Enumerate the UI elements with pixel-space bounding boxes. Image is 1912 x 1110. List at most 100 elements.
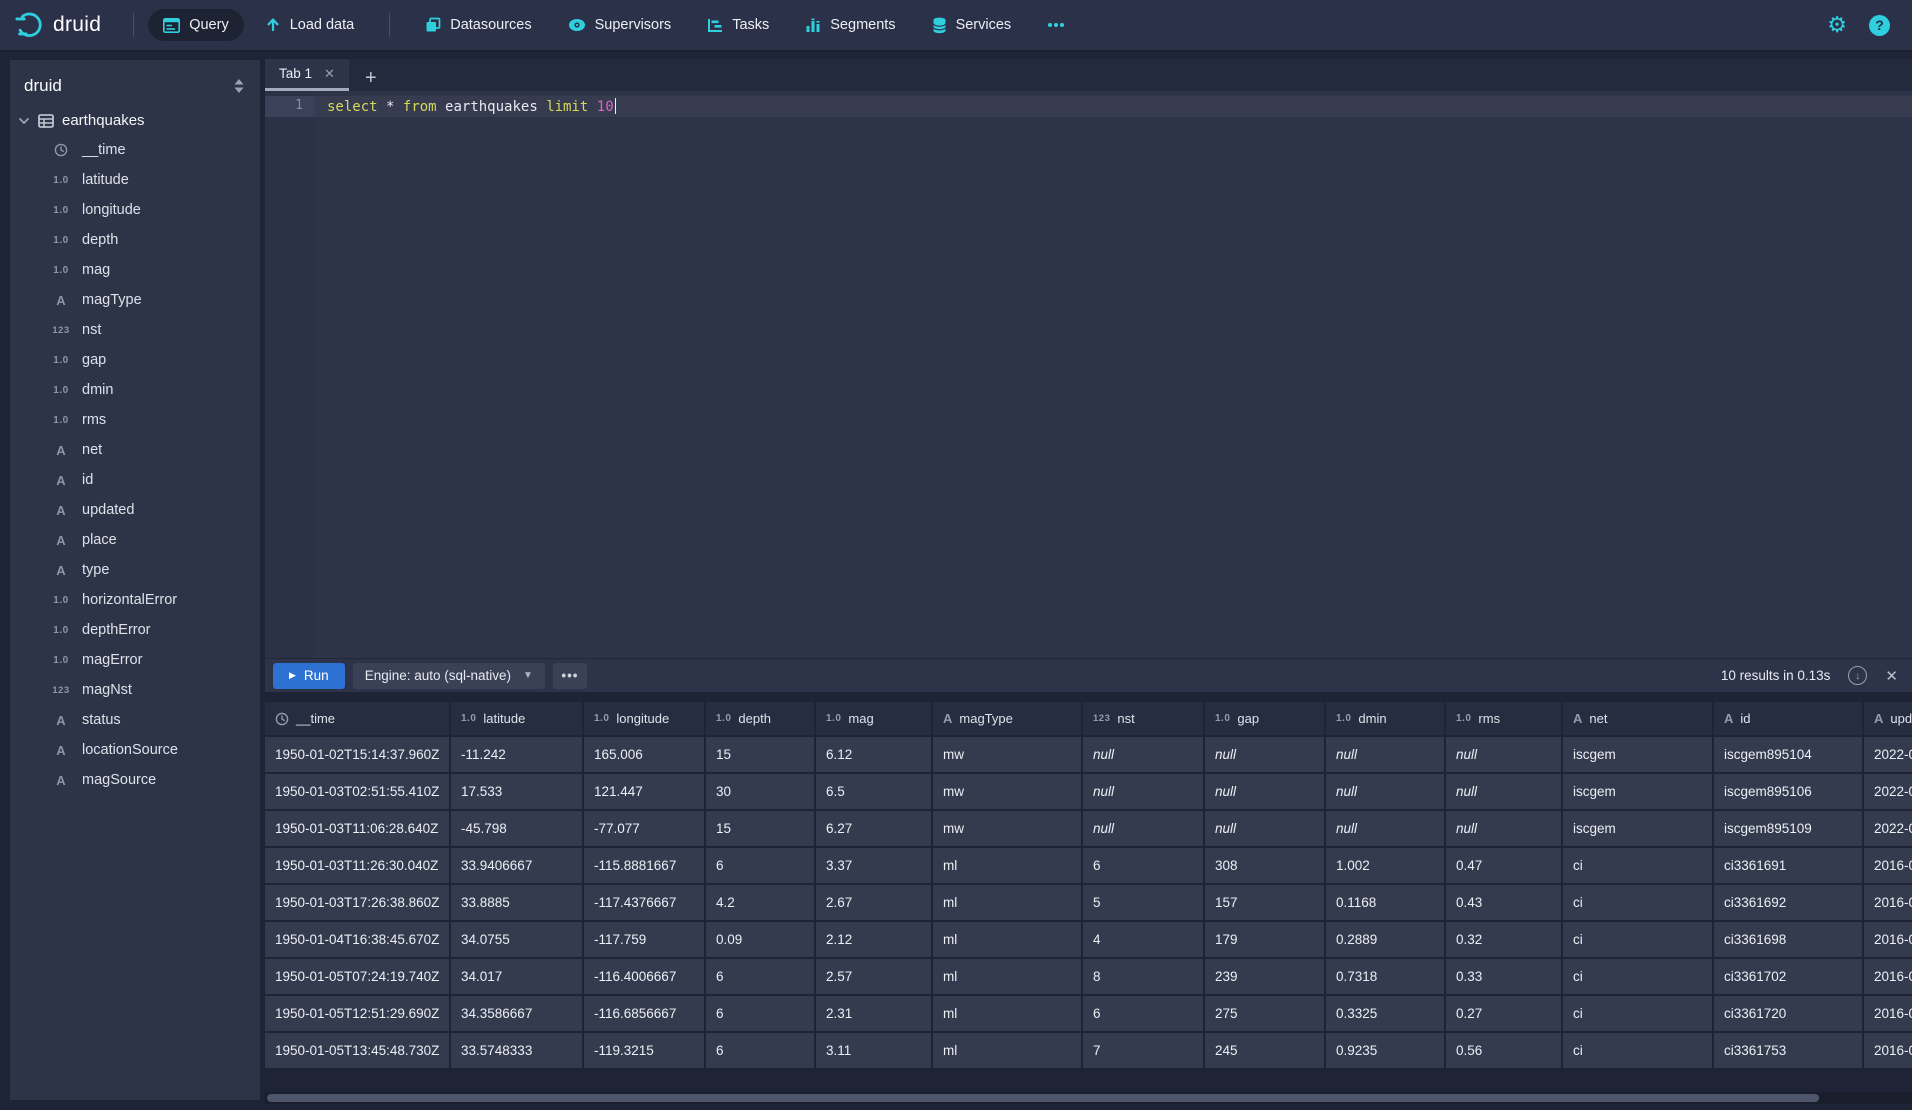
- table-cell[interactable]: 2016-0: [1864, 1033, 1912, 1070]
- close-results-icon[interactable]: ✕: [1885, 667, 1898, 685]
- table-cell[interactable]: null: [1326, 737, 1446, 774]
- table-cell[interactable]: -77.077: [584, 811, 706, 848]
- nav-item-services[interactable]: Services: [917, 9, 1027, 41]
- table-cell[interactable]: 5: [1083, 885, 1205, 922]
- horizontal-scrollbar-thumb[interactable]: [267, 1094, 1819, 1102]
- table-cell[interactable]: 0.43: [1446, 885, 1563, 922]
- table-cell[interactable]: ci3361753: [1714, 1033, 1864, 1070]
- table-cell[interactable]: 2016-0: [1864, 885, 1912, 922]
- table-cell[interactable]: 3.37: [816, 848, 933, 885]
- druid-logo[interactable]: druid: [0, 10, 119, 40]
- table-cell[interactable]: -116.6856667: [584, 996, 706, 1033]
- table-cell[interactable]: null: [1326, 774, 1446, 811]
- nav-item-supervisors[interactable]: Supervisors: [553, 9, 687, 41]
- table-cell[interactable]: ci: [1563, 996, 1714, 1033]
- sidebar-column-rms[interactable]: 1.0rms: [10, 405, 260, 435]
- nav-item-segments[interactable]: Segments: [790, 9, 910, 41]
- table-cell[interactable]: ml: [933, 996, 1083, 1033]
- sidebar-column-nst[interactable]: 123nst: [10, 315, 260, 345]
- column-header-longitude[interactable]: 1.0longitude: [584, 702, 706, 737]
- table-cell[interactable]: ci: [1563, 959, 1714, 996]
- sidebar-column-dmin[interactable]: 1.0dmin: [10, 375, 260, 405]
- table-cell[interactable]: 2.12: [816, 922, 933, 959]
- table-cell[interactable]: null: [1446, 737, 1563, 774]
- sidebar-column-net[interactable]: Anet: [10, 435, 260, 465]
- sidebar-column-latitude[interactable]: 1.0latitude: [10, 165, 260, 195]
- sidebar-column-locationSource[interactable]: AlocationSource: [10, 735, 260, 765]
- table-cell[interactable]: 1950-01-05T13:45:48.730Z: [265, 1033, 451, 1070]
- table-cell[interactable]: 2016-0: [1864, 922, 1912, 959]
- column-header-depth[interactable]: 1.0depth: [706, 702, 816, 737]
- table-cell[interactable]: 275: [1205, 996, 1326, 1033]
- table-cell[interactable]: 2022-0: [1864, 737, 1912, 774]
- table-cell[interactable]: ml: [933, 1033, 1083, 1070]
- table-cell[interactable]: 1950-01-05T07:24:19.740Z: [265, 959, 451, 996]
- table-cell[interactable]: 33.9406667: [451, 848, 584, 885]
- settings-gear-icon[interactable]: ⚙: [1827, 14, 1847, 36]
- table-cell[interactable]: ci3361692: [1714, 885, 1864, 922]
- table-cell[interactable]: ml: [933, 959, 1083, 996]
- table-cell[interactable]: 6: [1083, 848, 1205, 885]
- sidebar-column-depth[interactable]: 1.0depth: [10, 225, 260, 255]
- table-cell[interactable]: 121.447: [584, 774, 706, 811]
- table-cell[interactable]: null: [1083, 811, 1205, 848]
- column-header-gap[interactable]: 1.0gap: [1205, 702, 1326, 737]
- sidebar-column-depthError[interactable]: 1.0depthError: [10, 615, 260, 645]
- column-header-rms[interactable]: 1.0rms: [1446, 702, 1563, 737]
- table-cell[interactable]: 2.57: [816, 959, 933, 996]
- table-cell[interactable]: 4.2: [706, 885, 816, 922]
- download-results-icon[interactable]: ↓: [1848, 666, 1867, 685]
- table-cell[interactable]: 2.31: [816, 996, 933, 1033]
- table-cell[interactable]: ci3361720: [1714, 996, 1864, 1033]
- sidebar-column-place[interactable]: Aplace: [10, 525, 260, 555]
- table-cell[interactable]: iscgem: [1563, 811, 1714, 848]
- sidebar-column-horizontalError[interactable]: 1.0horizontalError: [10, 585, 260, 615]
- table-cell[interactable]: 1950-01-03T17:26:38.860Z: [265, 885, 451, 922]
- sidebar-column-longitude[interactable]: 1.0longitude: [10, 195, 260, 225]
- table-cell[interactable]: null: [1083, 774, 1205, 811]
- table-cell[interactable]: 15: [706, 737, 816, 774]
- table-cell[interactable]: 6: [706, 959, 816, 996]
- table-cell[interactable]: 6: [706, 1033, 816, 1070]
- table-cell[interactable]: 34.3586667: [451, 996, 584, 1033]
- table-cell[interactable]: 6.27: [816, 811, 933, 848]
- table-cell[interactable]: ml: [933, 922, 1083, 959]
- table-cell[interactable]: null: [1205, 774, 1326, 811]
- table-cell[interactable]: -117.759: [584, 922, 706, 959]
- table-cell[interactable]: 1950-01-03T02:51:55.410Z: [265, 774, 451, 811]
- tab-close-icon[interactable]: ✕: [324, 66, 335, 82]
- table-cell[interactable]: ml: [933, 885, 1083, 922]
- nav-item-query[interactable]: Query: [148, 9, 244, 41]
- table-cell[interactable]: -116.4006667: [584, 959, 706, 996]
- table-cell[interactable]: 0.7318: [1326, 959, 1446, 996]
- table-cell[interactable]: 34.017: [451, 959, 584, 996]
- table-cell[interactable]: 6: [706, 996, 816, 1033]
- column-header-updated[interactable]: Aupdated: [1864, 702, 1912, 737]
- column-header-mag[interactable]: 1.0mag: [816, 702, 933, 737]
- table-cell[interactable]: 2022-0: [1864, 811, 1912, 848]
- table-cell[interactable]: 33.8885: [451, 885, 584, 922]
- table-cell[interactable]: -11.242: [451, 737, 584, 774]
- column-header-latitude[interactable]: 1.0latitude: [451, 702, 584, 737]
- table-cell[interactable]: 30: [706, 774, 816, 811]
- engine-select[interactable]: Engine: auto (sql-native) ▼: [353, 663, 545, 689]
- table-cell[interactable]: 308: [1205, 848, 1326, 885]
- sidebar-column-magError[interactable]: 1.0magError: [10, 645, 260, 675]
- column-header-dmin[interactable]: 1.0dmin: [1326, 702, 1446, 737]
- table-cell[interactable]: null: [1446, 811, 1563, 848]
- table-cell[interactable]: 3.11: [816, 1033, 933, 1070]
- table-cell[interactable]: 0.47: [1446, 848, 1563, 885]
- table-cell[interactable]: 6.5: [816, 774, 933, 811]
- table-cell[interactable]: ci: [1563, 922, 1714, 959]
- table-cell[interactable]: 4: [1083, 922, 1205, 959]
- nav-item-tasks[interactable]: Tasks: [692, 9, 784, 41]
- table-cell[interactable]: iscgem895104: [1714, 737, 1864, 774]
- table-cell[interactable]: ci3361702: [1714, 959, 1864, 996]
- table-cell[interactable]: 2022-0: [1864, 774, 1912, 811]
- table-cell[interactable]: ci: [1563, 848, 1714, 885]
- sidebar-column-__time[interactable]: __time: [10, 135, 260, 165]
- table-cell[interactable]: -119.3215: [584, 1033, 706, 1070]
- table-cell[interactable]: 6: [1083, 996, 1205, 1033]
- column-header-magType[interactable]: AmagType: [933, 702, 1083, 737]
- table-cell[interactable]: 17.533: [451, 774, 584, 811]
